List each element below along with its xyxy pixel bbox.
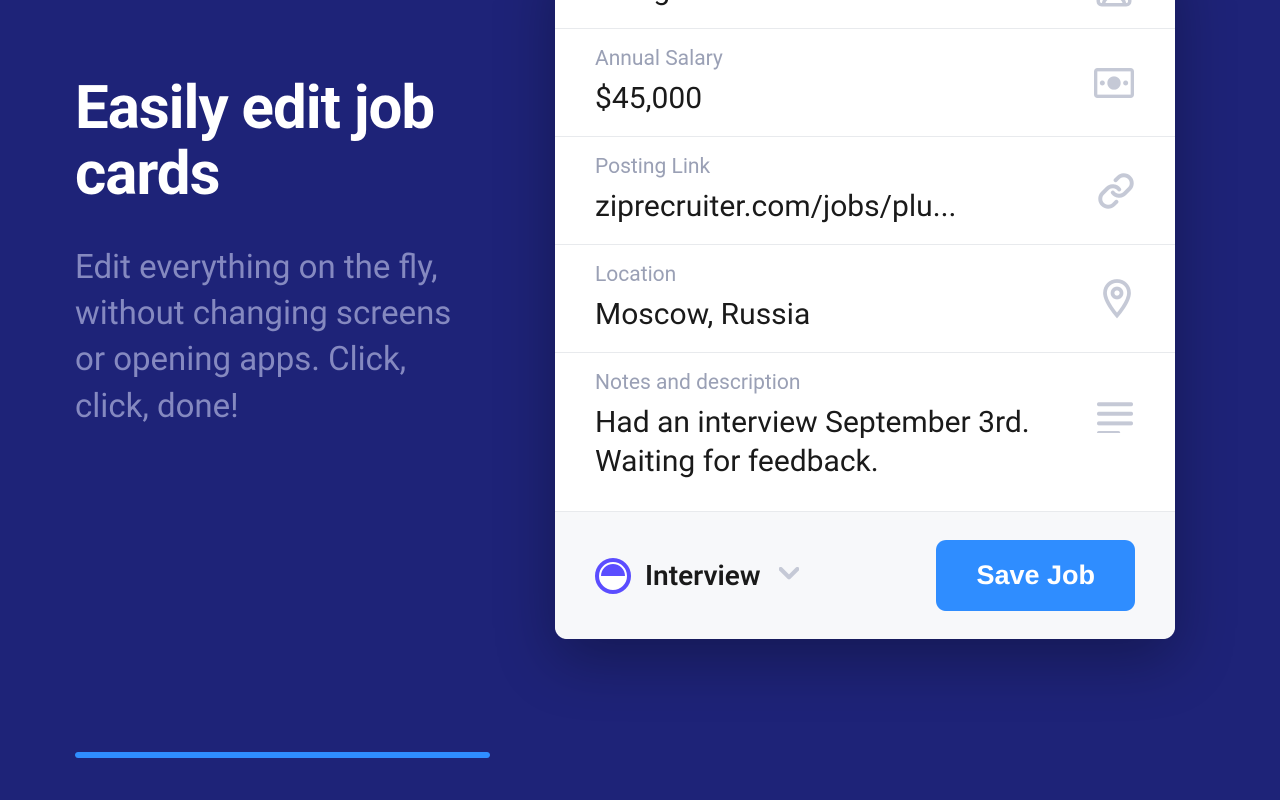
salary-field[interactable]: Annual Salary $45,000 [555,29,1175,137]
salary-value: $45,000 [595,79,1073,118]
pin-icon [1099,278,1135,320]
money-icon [1093,68,1135,98]
notes-value: Had an interview September 3rd. Waiting … [595,403,1075,481]
title-field[interactable]: Designer [555,0,1175,29]
progress-indicator [75,752,490,758]
title-value: Designer [595,0,1073,9]
chevron-down-icon [779,566,799,585]
hero-subtext: Edit everything on the fly, without chan… [75,245,475,430]
notes-label: Notes and description [595,371,1075,395]
location-value: Moscow, Russia [595,295,1079,334]
hero-panel: Easily edit job cards Edit everything on… [0,0,560,800]
save-job-button[interactable]: Save Job [936,540,1135,611]
location-label: Location [595,263,1079,287]
link-label: Posting Link [595,155,1077,179]
status-selector[interactable]: Interview [595,558,799,594]
avatar-placeholder-icon [1093,0,1135,10]
link-value: ziprecruiter.com/jobs/plu... [595,187,1077,226]
status-circle-icon [595,558,631,594]
card-footer: Interview Save Job [555,512,1175,639]
salary-label: Annual Salary [595,47,1073,71]
status-label: Interview [645,559,761,592]
link-field[interactable]: Posting Link ziprecruiter.com/jobs/plu..… [555,137,1175,245]
notes-field[interactable]: Notes and description Had an interview S… [555,353,1175,512]
link-icon [1097,172,1135,210]
text-lines-icon [1095,401,1135,433]
hero-heading: Easily edit job cards [75,75,520,207]
location-field[interactable]: Location Moscow, Russia [555,245,1175,353]
job-card: Designer Annual Salary $45,000 Po [555,0,1175,639]
